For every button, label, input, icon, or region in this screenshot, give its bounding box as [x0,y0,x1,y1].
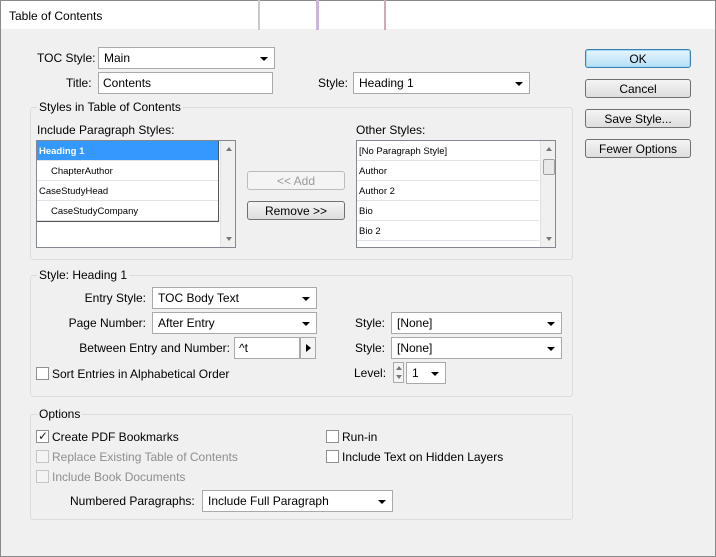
title-label: Title: [66,76,92,90]
between-entry-number-label: Between Entry and Number: [79,341,230,355]
page-number-label: Page Number: [68,316,146,330]
list-item[interactable]: ChapterAuthor [37,161,219,181]
scroll-down-icon[interactable] [226,237,232,241]
other-list-scrollbar[interactable] [540,141,555,247]
level-dropdown[interactable]: 1 [406,362,446,384]
numbered-paragraphs-dropdown[interactable]: Include Full Paragraph [202,490,393,512]
numbered-paragraphs-value: Include Full Paragraph [208,494,329,508]
replace-existing-checkbox[interactable] [36,450,49,463]
cancel-button[interactable]: Cancel [585,79,691,98]
run-in-checkbox[interactable] [326,430,339,443]
background-artifact [384,0,386,30]
save-style-button[interactable]: Save Style... [585,109,691,128]
page-number-dropdown[interactable]: After Entry [152,312,317,334]
window-title: Table of Contents [9,9,103,23]
triangle-right-icon [306,344,311,352]
list-separator [218,141,219,221]
entry-style-value: TOC Body Text [158,291,239,305]
title-input[interactable]: Contents [98,72,273,94]
title-style-value: Heading 1 [359,76,414,90]
include-paragraph-styles-label: Include Paragraph Styles: [37,123,175,137]
sort-alphabetical-checkbox[interactable] [36,367,49,380]
scroll-up-icon[interactable] [226,147,232,151]
page-number-value: After Entry [158,316,215,330]
scroll-up-icon[interactable] [546,147,552,151]
toc-style-label: TOC Style: [37,51,96,65]
title-bar [1,1,715,29]
include-book-documents-label: Include Book Documents [52,470,186,484]
level-label: Level: [354,366,387,380]
styles-in-toc-label: Styles in Table of Contents [37,100,183,114]
run-in-label: Run-in [342,430,378,444]
between-entry-number-input[interactable]: ^t [234,337,300,359]
include-styles-list[interactable]: Heading 1 ChapterAuthor CaseStudyHead Ca… [36,140,236,248]
toc-style-dropdown[interactable]: Main [98,47,275,69]
chevron-down-icon [431,372,439,376]
stepper-up-icon[interactable] [396,366,402,370]
page-number-style-dropdown[interactable]: [None] [391,312,562,334]
entry-style-dropdown[interactable]: TOC Body Text [152,287,317,309]
other-styles-label: Other Styles: [356,123,426,137]
background-artifact [258,0,260,30]
chevron-down-icon [547,322,555,326]
level-stepper[interactable] [393,362,404,383]
list-item[interactable]: Heading 1 [37,141,219,161]
list-item[interactable]: [No Paragraph Style] [357,141,539,161]
sort-alphabetical-label: Sort Entries in Alphabetical Order [52,367,230,381]
other-styles-list[interactable]: [No Paragraph Style] Author Author 2 Bio… [356,140,556,248]
include-book-documents-checkbox[interactable] [36,470,49,483]
stepper-down-icon[interactable] [396,375,402,379]
background-artifact [316,0,319,30]
list-separator [37,221,219,247]
list-item[interactable]: CaseStudyHead [37,181,219,201]
entry-style-label: Entry Style: [84,291,146,305]
chevron-down-icon [378,500,386,504]
chevron-down-icon [302,322,310,326]
page-number-style-value: [None] [397,316,433,330]
list-item[interactable]: Author [357,161,539,181]
title-style-dropdown[interactable]: Heading 1 [353,72,530,94]
include-hidden-layers-label: Include Text on Hidden Layers [342,450,504,464]
fewer-options-button[interactable]: Fewer Options [585,139,691,158]
chevron-down-icon [547,347,555,351]
include-list-scrollbar[interactable] [220,141,235,247]
ok-button[interactable]: OK [585,49,691,68]
create-pdf-bookmarks-checkbox[interactable] [36,429,49,443]
style-heading-label: Style: Heading 1 [37,268,130,282]
add-button[interactable]: << Add [247,171,345,190]
remove-button[interactable]: Remove >> [247,201,345,220]
scroll-down-icon[interactable] [546,237,552,241]
list-item[interactable]: Bio 2 [357,221,539,241]
chevron-down-icon [515,82,523,86]
between-style-dropdown[interactable]: [None] [391,337,562,359]
list-item[interactable]: Bio [357,201,539,221]
chevron-down-icon [302,297,310,301]
special-character-button[interactable] [300,337,316,359]
list-item[interactable]: CaseStudyCompany [37,201,219,221]
scroll-thumb[interactable] [543,159,555,175]
include-hidden-layers-checkbox[interactable] [326,450,339,463]
numbered-paragraphs-label: Numbered Paragraphs: [70,494,195,508]
chevron-down-icon [260,57,268,61]
level-value: 1 [412,366,419,380]
between-style-value: [None] [397,341,433,355]
toc-style-value: Main [104,51,131,65]
create-pdf-bookmarks-label: Create PDF Bookmarks [52,430,179,444]
list-item[interactable]: Author 2 [357,181,539,201]
title-style-label: Style: [318,76,349,90]
page-number-style-label: Style: [355,316,386,330]
options-label: Options [37,407,83,421]
replace-existing-label: Replace Existing Table of Contents [52,450,238,464]
between-style-label: Style: [355,341,386,355]
